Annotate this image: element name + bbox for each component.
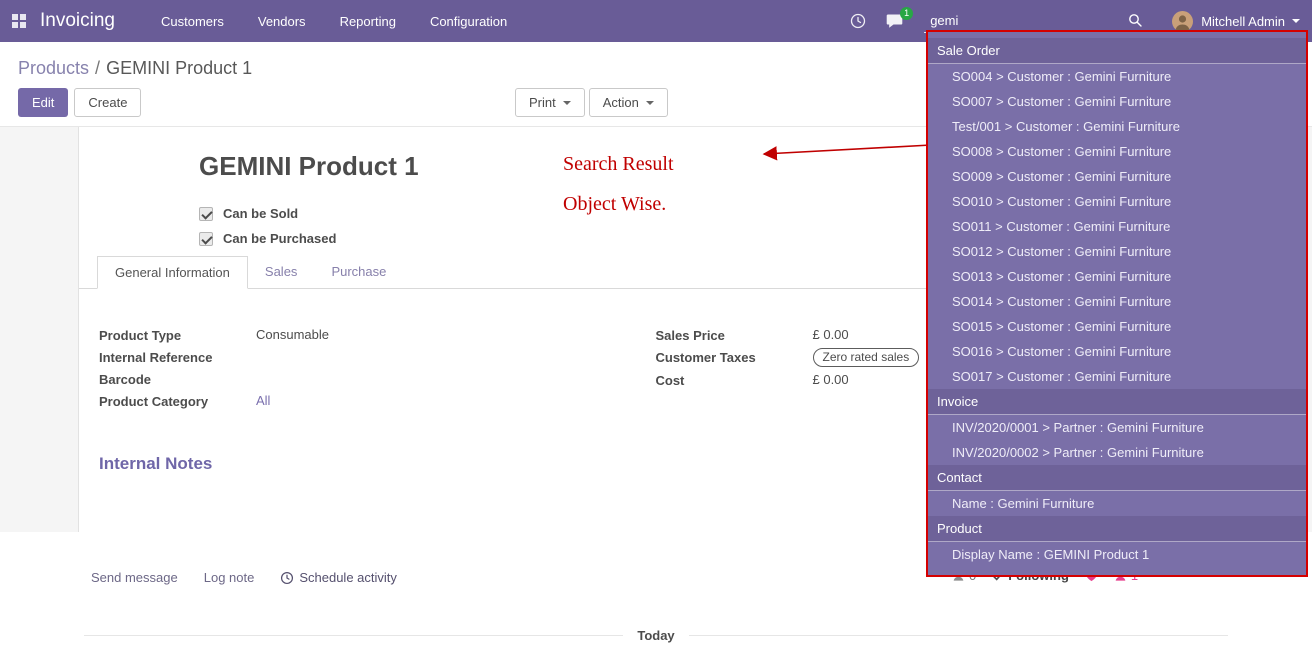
search-result-item[interactable]: SO008 > Customer : Gemini Furniture bbox=[928, 139, 1306, 164]
search-result-item[interactable]: SO009 > Customer : Gemini Furniture bbox=[928, 164, 1306, 189]
app-name[interactable]: Invoicing bbox=[40, 10, 115, 32]
breadcrumb-current: GEMINI Product 1 bbox=[106, 58, 252, 78]
breadcrumb: Products / GEMINI Product 1 bbox=[18, 58, 252, 79]
messages-badge: 1 bbox=[900, 7, 913, 20]
customer-taxes-label: Customer Taxes bbox=[656, 350, 813, 365]
product-type-value: Consumable bbox=[256, 327, 329, 344]
search-input[interactable] bbox=[928, 12, 1128, 29]
apps-menu-icon[interactable] bbox=[12, 14, 26, 28]
top-menu: Customers Vendors Reporting Configuratio… bbox=[161, 14, 507, 29]
user-menu[interactable]: Mitchell Admin bbox=[1201, 14, 1285, 29]
search-icon[interactable] bbox=[1128, 13, 1142, 27]
annotation-arrow bbox=[748, 136, 933, 170]
user-avatar[interactable] bbox=[1172, 11, 1193, 32]
breadcrumb-products-link[interactable]: Products bbox=[18, 58, 89, 78]
search-result-item[interactable]: SO011 > Customer : Gemini Furniture bbox=[928, 214, 1306, 239]
search-result-item[interactable]: Name : Gemini Furniture bbox=[928, 491, 1306, 516]
menu-vendors[interactable]: Vendors bbox=[258, 14, 306, 29]
search-result-item[interactable]: SO017 > Customer : Gemini Furniture bbox=[928, 364, 1306, 389]
left-field-column: Product Type Consumable Internal Referen… bbox=[79, 326, 656, 414]
tab-general-information[interactable]: General Information bbox=[97, 256, 248, 289]
can-be-purchased-label: Can be Purchased bbox=[223, 231, 336, 246]
search-results-dropdown: Sale OrderSO004 > Customer : Gemini Furn… bbox=[926, 30, 1308, 577]
barcode-row: Barcode bbox=[99, 370, 656, 388]
schedule-activity-link[interactable]: Schedule activity bbox=[280, 570, 397, 585]
menu-customers[interactable]: Customers bbox=[161, 14, 224, 29]
search-result-section-header: Contact bbox=[928, 465, 1306, 491]
search-result-item[interactable]: SO016 > Customer : Gemini Furniture bbox=[928, 339, 1306, 364]
menu-reporting[interactable]: Reporting bbox=[340, 14, 396, 29]
search-result-section-header: Sale Order bbox=[928, 38, 1306, 64]
edit-button[interactable]: Edit bbox=[18, 88, 68, 117]
action-button-label: Action bbox=[603, 95, 639, 110]
log-note-link[interactable]: Log note bbox=[204, 570, 255, 585]
can-be-purchased-checkbox[interactable] bbox=[199, 232, 213, 246]
breadcrumb-separator: / bbox=[95, 58, 100, 78]
annotation-line-2: Object Wise. bbox=[563, 184, 674, 224]
form-buttons: Edit Create bbox=[18, 88, 141, 117]
divider-line-right bbox=[689, 635, 1228, 636]
menu-configuration[interactable]: Configuration bbox=[430, 14, 507, 29]
screen: Invoicing Customers Vendors Reporting Co… bbox=[0, 0, 1312, 658]
customer-taxes-tag: Zero rated sales bbox=[813, 348, 920, 367]
today-divider: Today bbox=[0, 628, 1312, 643]
search-result-item[interactable]: INV/2020/0001 > Partner : Gemini Furnitu… bbox=[928, 415, 1306, 440]
search-result-section-header: Invoice bbox=[928, 389, 1306, 415]
search-result-item[interactable]: SO010 > Customer : Gemini Furniture bbox=[928, 189, 1306, 214]
sales-price-value: £ 0.00 bbox=[813, 327, 849, 344]
print-caret-icon bbox=[563, 101, 571, 105]
tab-purchase[interactable]: Purchase bbox=[314, 256, 403, 288]
search-result-item[interactable]: SO012 > Customer : Gemini Furniture bbox=[928, 239, 1306, 264]
can-be-sold-label: Can be Sold bbox=[223, 206, 298, 221]
barcode-label: Barcode bbox=[99, 372, 256, 387]
search-result-section-header: Product bbox=[928, 516, 1306, 542]
search-result-item[interactable]: SO004 > Customer : Gemini Furniture bbox=[928, 64, 1306, 89]
today-label: Today bbox=[637, 628, 674, 643]
create-button[interactable]: Create bbox=[74, 88, 141, 117]
product-category-row: Product Category All bbox=[99, 392, 656, 410]
annotation-line-1: Search Result bbox=[563, 144, 674, 184]
search-result-item[interactable]: SO007 > Customer : Gemini Furniture bbox=[928, 89, 1306, 114]
search-result-item[interactable]: SO015 > Customer : Gemini Furniture bbox=[928, 314, 1306, 339]
annotation-text: Search Result Object Wise. bbox=[563, 144, 674, 224]
product-category-value[interactable]: All bbox=[256, 393, 270, 410]
send-message-link[interactable]: Send message bbox=[91, 570, 178, 585]
divider-line-left bbox=[84, 635, 623, 636]
print-button-label: Print bbox=[529, 95, 556, 110]
internal-reference-label: Internal Reference bbox=[99, 350, 256, 365]
product-type-row: Product Type Consumable bbox=[99, 326, 656, 344]
schedule-activity-label: Schedule activity bbox=[299, 570, 397, 585]
search-result-item[interactable]: Test/001 > Customer : Gemini Furniture bbox=[928, 114, 1306, 139]
action-caret-icon bbox=[646, 101, 654, 105]
messages-icon[interactable]: 1 bbox=[886, 13, 904, 29]
product-type-label: Product Type bbox=[99, 328, 256, 343]
search-result-item[interactable]: SO013 > Customer : Gemini Furniture bbox=[928, 264, 1306, 289]
chevron-down-icon bbox=[1292, 19, 1300, 23]
tab-sales[interactable]: Sales bbox=[248, 256, 315, 288]
sales-price-label: Sales Price bbox=[656, 328, 813, 343]
product-category-label: Product Category bbox=[99, 394, 256, 409]
search-result-item[interactable]: INV/2020/0002 > Partner : Gemini Furnitu… bbox=[928, 440, 1306, 465]
activity-clock-icon[interactable] bbox=[850, 13, 866, 29]
action-button[interactable]: Action bbox=[589, 88, 668, 117]
can-be-sold-checkbox[interactable] bbox=[199, 207, 213, 221]
cost-value: £ 0.00 bbox=[813, 372, 849, 389]
search-result-item[interactable]: SO014 > Customer : Gemini Furniture bbox=[928, 289, 1306, 314]
chatter-links: Send message Log note Schedule activity bbox=[91, 570, 397, 585]
action-buttons: Print Action bbox=[515, 88, 668, 117]
internal-reference-row: Internal Reference bbox=[99, 348, 656, 366]
search-result-item[interactable]: Display Name : GEMINI Product 1 bbox=[928, 542, 1306, 567]
print-button[interactable]: Print bbox=[515, 88, 585, 117]
cost-label: Cost bbox=[656, 373, 813, 388]
schedule-clock-icon bbox=[280, 571, 294, 585]
